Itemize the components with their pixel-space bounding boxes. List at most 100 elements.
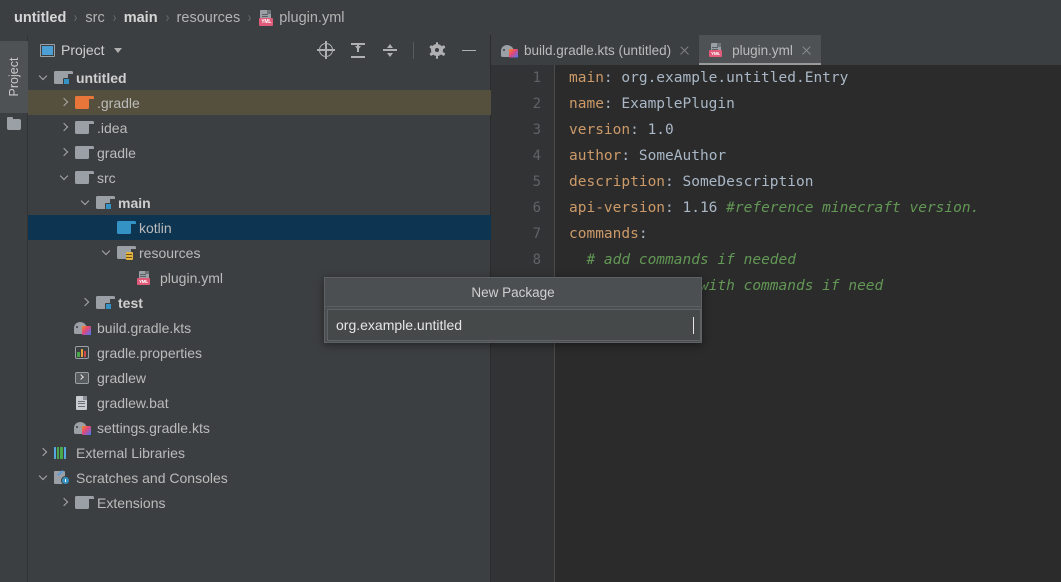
tree-row-external-libraries[interactable]: External Libraries <box>28 440 491 465</box>
tree-row-gradle[interactable]: gradle <box>28 140 491 165</box>
dialog-title: New Package <box>325 278 701 307</box>
select-opened-file-icon[interactable] <box>317 41 335 59</box>
chevron-down-icon[interactable] <box>38 472 49 483</box>
code-line: description: SomeDescription <box>569 169 813 195</box>
module-folder-icon <box>53 70 70 85</box>
tree-row-label: main <box>118 195 151 211</box>
chevron-down-icon[interactable] <box>59 172 70 183</box>
tool-window-button-project[interactable]: Project <box>0 41 28 113</box>
tree-row-settings-gradle-kts[interactable]: settings.gradle.kts <box>28 415 491 440</box>
tab-label: plugin.yml <box>732 43 793 58</box>
yaml-colon: : <box>665 200 674 216</box>
code-line: api-version: 1.16 #reference minecraft v… <box>569 195 979 221</box>
yml-file-icon: YML <box>137 270 154 285</box>
line-number: 5 <box>533 169 541 195</box>
yml-file-icon: YML <box>709 43 726 58</box>
folder-icon <box>74 120 91 135</box>
gradle-kts-icon <box>74 420 91 435</box>
chevron-right-icon[interactable] <box>59 497 70 508</box>
chevron-right-icon[interactable] <box>59 122 70 133</box>
source-folder-icon <box>116 220 133 235</box>
tree-row-main[interactable]: main <box>28 190 491 215</box>
project-panel-title: Project <box>61 42 105 58</box>
chevron-down-icon[interactable] <box>38 72 49 83</box>
line-number: 7 <box>533 221 541 247</box>
yaml-key: name <box>569 96 604 112</box>
chevron-down-icon[interactable] <box>114 48 122 53</box>
tree-row-label: gradlew.bat <box>97 395 169 411</box>
yaml-value: SomeAuthor <box>630 148 726 164</box>
line-number: 6 <box>533 195 541 221</box>
tree-row-untitled[interactable]: untitled <box>28 65 491 90</box>
breadcrumb: untitled › src › main › resources › YML … <box>0 0 1061 35</box>
yaml-value: 1.0 <box>639 122 674 138</box>
folder-icon <box>74 145 91 160</box>
chevron-right-icon[interactable] <box>59 147 70 158</box>
tree-row-gradle-properties[interactable]: gradle.properties <box>28 340 491 365</box>
tree-row-extensions[interactable]: Extensions <box>28 490 491 515</box>
tree-row-label: gradle.properties <box>97 345 202 361</box>
breadcrumb-item-src[interactable]: src <box>85 10 104 26</box>
chevron-right-icon[interactable] <box>38 447 49 458</box>
code-line: commands: <box>569 221 648 247</box>
new-package-input[interactable] <box>328 310 695 340</box>
breadcrumb-item-untitled[interactable]: untitled <box>14 10 66 26</box>
expand-all-icon[interactable] <box>349 41 367 59</box>
close-icon[interactable] <box>679 45 690 56</box>
tree-row-gradlew[interactable]: gradlew <box>28 365 491 390</box>
tool-window-button-label: Project <box>7 58 21 97</box>
line-number: 2 <box>533 91 541 117</box>
editor-tab-bar: build.gradle.kts (untitled) YML plugin.y… <box>491 35 1061 65</box>
idea-window: untitled › src › main › resources › YML … <box>0 0 1061 582</box>
tab-plugin-yml[interactable]: YML plugin.yml <box>699 35 821 65</box>
line-number: 1 <box>533 65 541 91</box>
gradle-kts-icon <box>501 43 518 58</box>
chevron-down-icon[interactable] <box>101 247 112 258</box>
folder-icon <box>7 119 21 130</box>
tree-row-label: gradlew <box>97 370 146 386</box>
chevron-down-icon[interactable] <box>80 197 91 208</box>
tree-row-label: settings.gradle.kts <box>97 420 210 436</box>
project-toolbar-actions <box>317 41 491 59</box>
hide-panel-icon[interactable] <box>460 41 478 59</box>
breadcrumb-item-plugin-yml[interactable]: YML plugin.yml <box>259 10 344 26</box>
breadcrumb-item-resources[interactable]: resources <box>177 10 241 26</box>
code-line: version: 1.0 <box>569 117 674 143</box>
yaml-colon: : <box>630 122 639 138</box>
tree-row-label: External Libraries <box>76 445 185 461</box>
tree-row-kotlin[interactable]: kotlin <box>28 215 491 240</box>
tree-row-label: src <box>97 170 116 186</box>
toolbar-divider <box>413 42 414 59</box>
breadcrumb-separator: › <box>112 9 116 26</box>
yaml-key: api-version <box>569 200 665 216</box>
collapse-all-icon[interactable] <box>381 41 399 59</box>
bat-file-icon <box>74 395 91 410</box>
properties-icon <box>74 345 91 360</box>
yaml-colon: : <box>604 96 613 112</box>
settings-gear-icon[interactable] <box>428 41 446 59</box>
tree-row-label: Extensions <box>97 495 165 511</box>
yaml-colon: : <box>665 174 674 190</box>
yaml-key: description <box>569 174 665 190</box>
chevron-right-icon[interactable] <box>59 97 70 108</box>
project-toolbar: Project <box>28 35 491 65</box>
new-package-input-wrap[interactable] <box>327 309 701 341</box>
tree-row-src[interactable]: src <box>28 165 491 190</box>
project-view-selector[interactable]: Project <box>28 42 122 58</box>
chevron-right-icon[interactable] <box>80 297 91 308</box>
code-line: name: ExamplePlugin <box>569 91 735 117</box>
tree-row-idea[interactable]: .idea <box>28 115 491 140</box>
breadcrumb-separator: › <box>74 9 78 26</box>
tree-row-scratches-and-consoles[interactable]: Scratches and Consoles <box>28 465 491 490</box>
project-window-icon <box>40 44 55 57</box>
code-line: main: org.example.untitled.Entry <box>569 65 848 91</box>
breadcrumb-item-main[interactable]: main <box>124 10 158 26</box>
tree-row-label: .gradle <box>97 95 140 111</box>
close-icon[interactable] <box>801 45 812 56</box>
breadcrumb-separator: › <box>165 9 169 26</box>
tab-build-gradle-kts[interactable]: build.gradle.kts (untitled) <box>491 35 699 65</box>
tree-row-gradlew-bat[interactable]: gradlew.bat <box>28 390 491 415</box>
tree-row-gradle[interactable]: .gradle <box>28 90 491 115</box>
tree-row-resources[interactable]: resources <box>28 240 491 265</box>
tree-row-label: gradle <box>97 145 136 161</box>
